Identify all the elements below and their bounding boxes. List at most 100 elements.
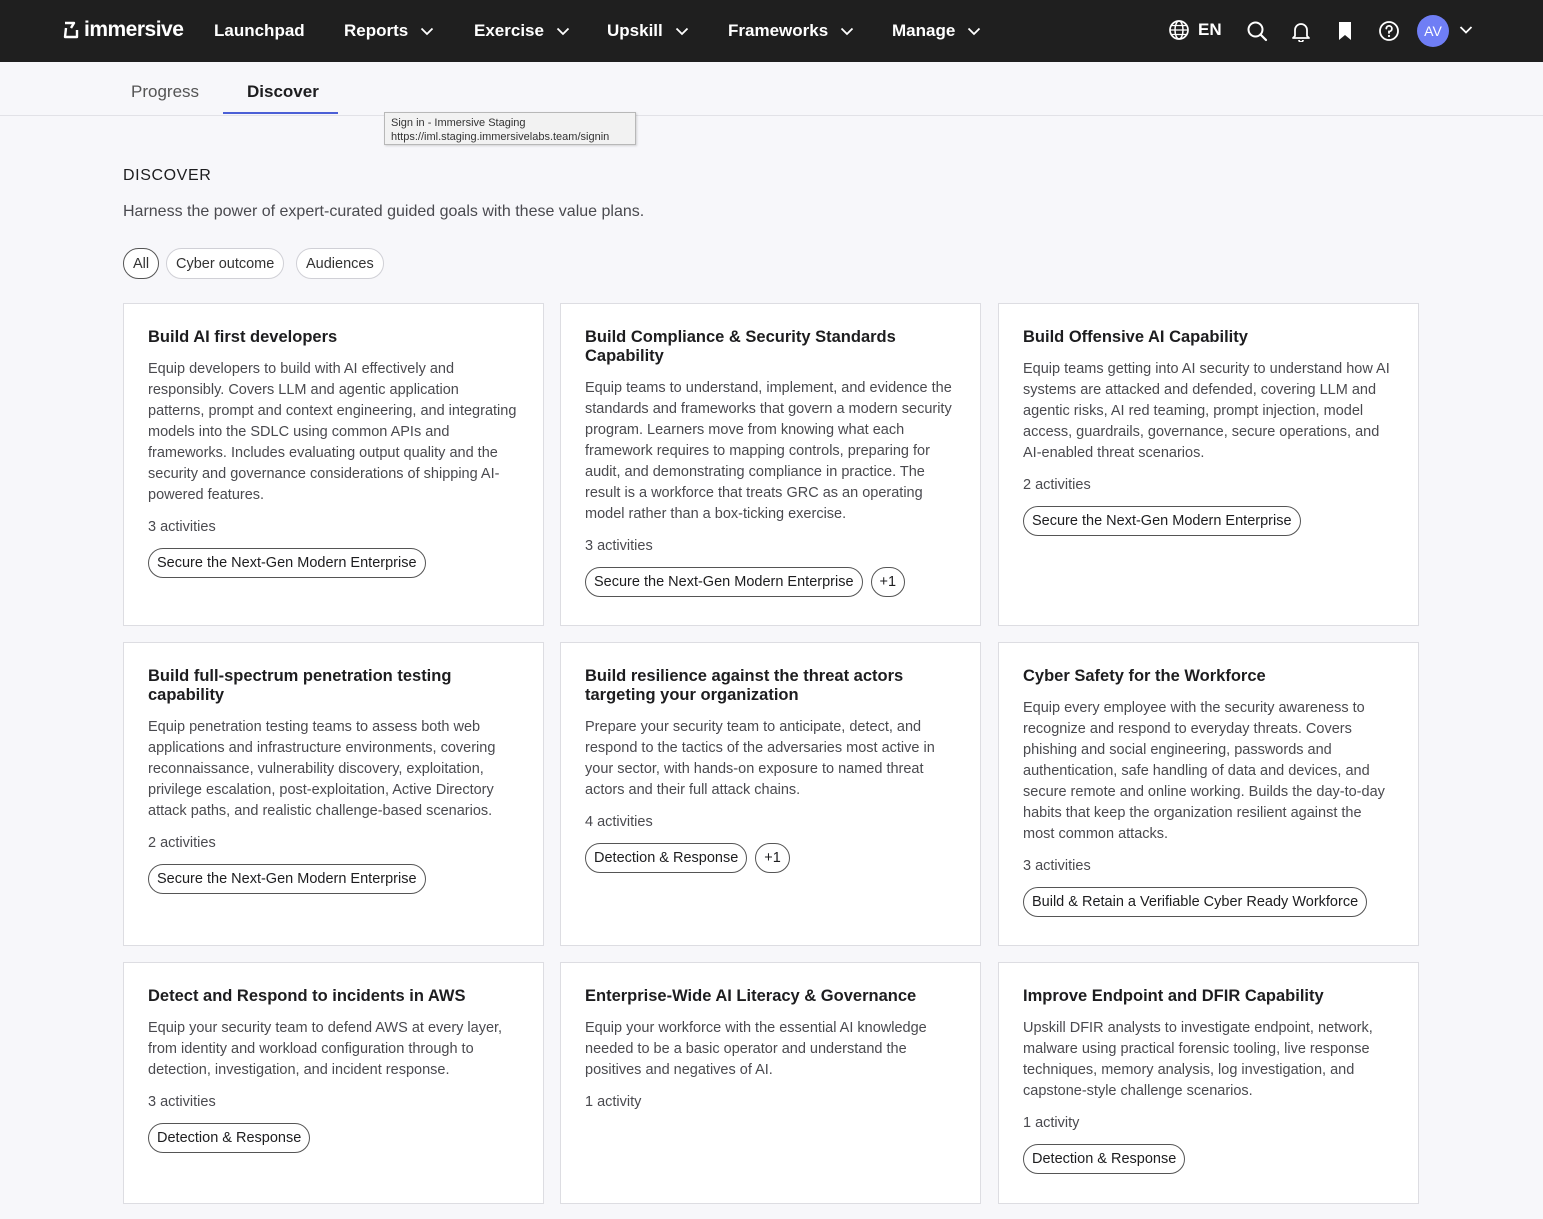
card-description: Equip teams getting into AI security to …: [1023, 361, 1390, 461]
card-title: Build resilience against the threat acto…: [585, 667, 904, 704]
card-activity-count: 3 activities: [585, 538, 653, 554]
tooltip-url: https://iml.staging.immersivelabs.team/s…: [391, 131, 610, 143]
card-tags: Secure the Next-Gen Modern Enterprise: [148, 548, 519, 578]
card-activity-count: 2 activities: [1023, 477, 1091, 493]
card-description: Equip every employee with the security a…: [1023, 700, 1385, 842]
user-avatar[interactable]: AV: [1417, 15, 1449, 47]
outcome-tag[interactable]: Detection & Response: [1023, 1144, 1186, 1174]
outcome-tag[interactable]: Secure the Next-Gen Modern Enterprise: [148, 548, 426, 578]
card-description: Upskill DFIR analysts to investigate end…: [1023, 1020, 1373, 1099]
sub-navigation-tabs: Progress Discover: [0, 62, 1543, 116]
value-plan-card[interactable]: Build full-spectrum penetration testing …: [123, 642, 544, 946]
nav-frameworks[interactable]: Frameworks: [728, 20, 854, 42]
filter-audiences-label: Audiences: [306, 255, 374, 272]
immersive-logo[interactable]: immersive: [62, 18, 184, 42]
value-plan-card[interactable]: Improve Endpoint and DFIR Capability Ups…: [998, 962, 1419, 1204]
more-tags-badge[interactable]: +1: [870, 567, 906, 597]
card-activity-count: 1 activity: [585, 1094, 642, 1110]
value-plan-card[interactable]: Cyber Safety for the Workforce Equip eve…: [998, 642, 1419, 946]
card-description: Equip your security team to defend AWS a…: [148, 1020, 503, 1078]
value-plan-card[interactable]: Build resilience against the threat acto…: [560, 642, 981, 946]
card-tags: Build & Retain a Verifiable Cyber Ready …: [1023, 887, 1394, 917]
card-activity-count: 3 activities: [148, 519, 216, 535]
value-plan-card[interactable]: Detect and Respond to incidents in AWS E…: [123, 962, 544, 1204]
card-activity-count: 3 activities: [148, 1094, 216, 1110]
tab-progress-label: Progress: [131, 82, 200, 101]
avatar-initials: AV: [1424, 23, 1442, 39]
card-title: Build AI first developers: [148, 328, 338, 346]
outcome-tag[interactable]: Build & Retain a Verifiable Cyber Ready …: [1023, 887, 1368, 917]
card-tags: Secure the Next-Gen Modern Enterprise +1: [585, 567, 956, 597]
card-activity-count: 3 activities: [1023, 858, 1091, 874]
search-button[interactable]: [1245, 19, 1269, 43]
card-title: Improve Endpoint and DFIR Capability: [1023, 987, 1324, 1005]
filter-audiences[interactable]: Audiences: [296, 248, 384, 279]
card-tags: Secure the Next-Gen Modern Enterprise: [148, 864, 519, 894]
bookmarks-button[interactable]: [1333, 19, 1357, 43]
card-description: Prepare your security team to anticipate…: [585, 719, 935, 798]
value-plan-card[interactable]: Enterprise-Wide AI Literacy & Governance…: [560, 962, 981, 1204]
outcome-tag[interactable]: Secure the Next-Gen Modern Enterprise: [148, 864, 426, 894]
language-code: EN: [1198, 20, 1222, 39]
bookmark-icon: [1339, 22, 1351, 40]
globe-icon: [1169, 20, 1189, 40]
card-activity-count: 4 activities: [585, 814, 653, 830]
page-subtitle: Harness the power of expert-curated guid…: [123, 203, 645, 220]
card-tags: Detection & Response: [148, 1123, 519, 1153]
filter-cyber-outcome[interactable]: Cyber outcome: [166, 248, 285, 279]
value-plan-card[interactable]: Build Compliance & Security Standards Ca…: [560, 303, 981, 626]
page-title: DISCOVER: [123, 167, 212, 184]
nav-exercise[interactable]: Exercise: [474, 20, 570, 42]
account-menu-chevron[interactable]: [1458, 22, 1474, 43]
value-plan-card[interactable]: Build AI first developers Equip develope…: [123, 303, 544, 626]
chevron-down-icon: [840, 27, 854, 36]
bell-icon: [1292, 23, 1310, 42]
nav-reports-label: Reports: [344, 21, 409, 40]
link-tooltip: Sign in - Immersive Staging https://iml.…: [384, 112, 636, 145]
help-button[interactable]: [1377, 19, 1401, 43]
card-title: Build Compliance & Security Standards Ca…: [585, 328, 896, 365]
value-plan-card[interactable]: Build Offensive AI Capability Equip team…: [998, 303, 1419, 626]
outcome-tag[interactable]: Detection & Response: [585, 843, 748, 873]
nav-upskill[interactable]: Upskill: [607, 20, 689, 42]
nav-exercise-label: Exercise: [474, 21, 544, 40]
more-tags-badge[interactable]: +1: [755, 843, 790, 873]
card-activity-count: 2 activities: [148, 835, 216, 851]
chevron-down-icon: [1459, 26, 1473, 34]
language-selector[interactable]: EN: [1168, 19, 1222, 41]
outcome-tag[interactable]: Secure the Next-Gen Modern Enterprise: [1023, 506, 1301, 536]
card-description: Equip teams to understand, implement, an…: [585, 380, 952, 522]
active-tab-indicator: [223, 112, 338, 114]
search-icon: [1247, 21, 1268, 42]
card-tags: Detection & Response +1: [585, 843, 956, 873]
nav-reports[interactable]: Reports: [344, 20, 434, 42]
nav-launchpad[interactable]: Launchpad: [214, 20, 305, 42]
card-description: Equip penetration testing teams to asses…: [148, 719, 496, 819]
tab-progress[interactable]: Progress: [131, 82, 199, 102]
chevron-down-icon: [420, 27, 434, 36]
filter-cyber-outcome-label: Cyber outcome: [176, 255, 275, 272]
card-title: Build full-spectrum penetration testing …: [148, 667, 452, 704]
nav-manage[interactable]: Manage: [892, 20, 981, 42]
chevron-down-icon: [556, 27, 570, 36]
card-title: Detect and Respond to incidents in AWS: [148, 987, 466, 1005]
nav-manage-label: Manage: [892, 21, 956, 40]
filter-all-label: All: [133, 255, 150, 272]
help-icon: [1379, 21, 1399, 41]
outcome-tag[interactable]: Secure the Next-Gen Modern Enterprise: [585, 567, 863, 597]
nav-upskill-label: Upskill: [607, 21, 663, 40]
outcome-tag[interactable]: Detection & Response: [148, 1123, 311, 1153]
card-tags: Detection & Response: [1023, 1144, 1394, 1174]
chevron-down-icon: [675, 27, 689, 36]
tab-discover[interactable]: Discover: [247, 82, 319, 102]
top-navigation-bar: immersive Launchpad Reports Exercise Ups…: [0, 0, 1543, 62]
card-title: Build Offensive AI Capability: [1023, 328, 1248, 346]
filter-all[interactable]: All: [123, 248, 160, 279]
logo-text: immersive: [84, 18, 184, 41]
chevron-down-icon: [967, 27, 981, 36]
notifications-button[interactable]: [1289, 19, 1313, 43]
nav-launchpad-label: Launchpad: [214, 21, 305, 40]
nav-frameworks-label: Frameworks: [728, 21, 829, 40]
card-title: Enterprise-Wide AI Literacy & Governance: [585, 987, 917, 1005]
tooltip-title: Sign in - Immersive Staging: [391, 117, 526, 129]
